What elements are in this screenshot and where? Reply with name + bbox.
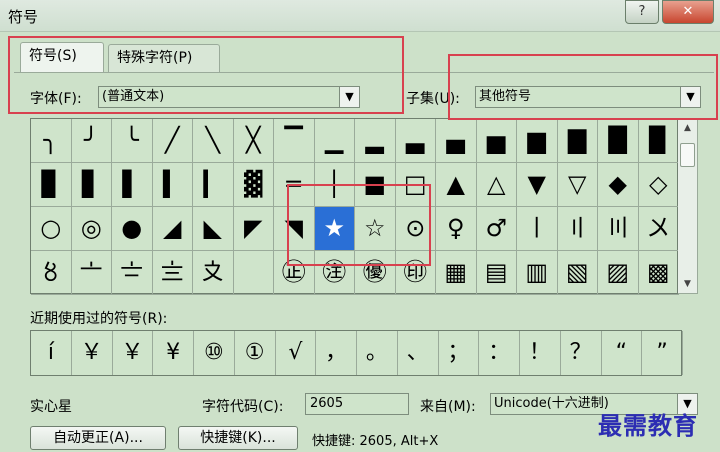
symbol-cell[interactable]: 〧: [112, 251, 153, 295]
watermark-logo: 最需教育: [598, 411, 698, 440]
char-code-input[interactable]: 2605: [305, 393, 409, 415]
symbol-cell[interactable]: ♀: [436, 207, 477, 251]
close-button[interactable]: ✕: [662, 0, 714, 24]
highlight-subset-area: [448, 54, 718, 120]
symbol-cell[interactable]: ▼: [517, 163, 558, 207]
highlight-selected-symbol: [287, 184, 431, 266]
recent-symbol-cell[interactable]: ”: [642, 331, 683, 375]
symbol-cell[interactable]: ◤: [233, 207, 274, 251]
title-bar: 符号 ? ✕: [0, 0, 720, 32]
symbol-cell[interactable]: 〢: [557, 207, 598, 251]
symbol-cell[interactable]: ▍: [152, 163, 193, 207]
symbol-cell[interactable]: ▎: [193, 163, 234, 207]
symbol-cell[interactable]: ╮: [31, 119, 72, 163]
symbol-cell[interactable]: ╱: [152, 119, 193, 163]
scroll-up-icon[interactable]: ▲: [678, 119, 697, 137]
symbol-cell[interactable]: ╯: [71, 119, 112, 163]
recent-symbol-cell[interactable]: ￥: [113, 331, 154, 375]
symbol-cell[interactable]: ▃: [395, 119, 436, 163]
symbol-cell[interactable]: ▤: [476, 251, 517, 295]
symbol-cell[interactable]: █: [598, 119, 639, 163]
recent-symbol-cell[interactable]: ！: [520, 331, 561, 375]
symbol-row: ╮ ╯ ╰ ╱ ╲ ╳ ▔ ▁ ▂ ▃ ▄ ▅ ▆ ▇ █ ▉: [31, 119, 679, 163]
symbol-cell[interactable]: ◣: [193, 207, 234, 251]
shortcut-key-button[interactable]: 快捷键(K)...: [178, 426, 298, 450]
recent-symbol-cell[interactable]: “: [602, 331, 643, 375]
recent-symbol-cell[interactable]: ：: [479, 331, 520, 375]
symbol-cell[interactable]: ▩: [638, 251, 679, 295]
recent-symbol-cell[interactable]: ？: [561, 331, 602, 375]
from-value: Unicode(十六进制): [494, 396, 609, 411]
symbol-cell[interactable]: ╳: [233, 119, 274, 163]
symbol-cell[interactable]: ╲: [193, 119, 234, 163]
symbol-cell[interactable]: 〥: [31, 251, 72, 295]
character-name: 实心星: [30, 399, 72, 415]
symbol-cell[interactable]: ▊: [31, 163, 72, 207]
symbol-cell[interactable]: ▄: [436, 119, 477, 163]
symbol-cell[interactable]: △: [476, 163, 517, 207]
recent-symbol-cell[interactable]: ；: [439, 331, 480, 375]
help-button[interactable]: ?: [625, 0, 659, 24]
shortcut-text: 快捷键: 2605, Alt+X: [312, 434, 439, 449]
window-title: 符号: [8, 8, 39, 26]
symbol-cell[interactable]: ▅: [476, 119, 517, 163]
recent-symbol-cell[interactable]: ，: [316, 331, 357, 375]
recent-symbol-cell[interactable]: 、: [398, 331, 439, 375]
symbol-cell[interactable]: ◆: [598, 163, 639, 207]
recent-symbol-cell[interactable]: í: [31, 331, 72, 375]
symbol-cell[interactable]: ◎: [71, 207, 112, 251]
symbol-cell[interactable]: ╰: [112, 119, 153, 163]
symbol-cell[interactable]: 〤: [638, 207, 679, 251]
symbol-cell[interactable]: 〩: [193, 251, 234, 295]
symbol-cell[interactable]: ◢: [152, 207, 193, 251]
symbol-cell[interactable]: ▔: [274, 119, 315, 163]
symbol-cell[interactable]: ▲: [436, 163, 477, 207]
scroll-down-icon[interactable]: ▼: [678, 275, 697, 293]
recent-label: 近期使用过的符号(R):: [30, 311, 168, 327]
symbol-cell[interactable]: ▓: [233, 163, 274, 207]
recent-symbols: í ￥ ￥ ¥ ⑩ ① √，。、；：！？ “”: [30, 330, 683, 376]
from-label: 来自(M):: [420, 399, 476, 415]
recent-symbol-cell[interactable]: ¥: [153, 331, 194, 375]
symbol-cell[interactable]: ▽: [557, 163, 598, 207]
symbol-cell[interactable]: ▌: [112, 163, 153, 207]
symbol-cell[interactable]: ▧: [557, 251, 598, 295]
char-code-label: 字符代码(C):: [202, 399, 284, 415]
highlight-font-area: [8, 36, 404, 114]
autocorrect-button[interactable]: 自动更正(A)...: [30, 426, 166, 450]
symbol-cell[interactable]: ▥: [517, 251, 558, 295]
symbol-cell[interactable]: ▇: [557, 119, 598, 163]
symbol-cell[interactable]: ▆: [517, 119, 558, 163]
symbol-cell[interactable]: ●: [112, 207, 153, 251]
recent-symbol-cell[interactable]: ①: [235, 331, 276, 375]
symbol-cell[interactable]: ▂: [355, 119, 396, 163]
symbol-cell[interactable]: ▨: [598, 251, 639, 295]
symbol-cell[interactable]: ▉: [638, 119, 679, 163]
grid-scrollbar[interactable]: ▲ ▼: [678, 118, 698, 294]
symbol-cell[interactable]: 〣: [598, 207, 639, 251]
recent-symbol-cell[interactable]: 。: [357, 331, 398, 375]
symbol-cell[interactable]: ○: [31, 207, 72, 251]
recent-symbol-cell[interactable]: √: [276, 331, 317, 375]
symbol-cell[interactable]: ▁: [314, 119, 355, 163]
symbol-cell[interactable]: 〨: [152, 251, 193, 295]
recent-symbol-cell[interactable]: ￥: [72, 331, 113, 375]
symbol-cell[interactable]: ◇: [638, 163, 679, 207]
symbol-cell[interactable]: ▋: [71, 163, 112, 207]
symbol-cell[interactable]: ▦: [436, 251, 477, 295]
symbol-cell[interactable]: ♂: [476, 207, 517, 251]
symbol-cell[interactable]: 〪: [233, 251, 274, 295]
recent-symbol-cell[interactable]: ⑩: [194, 331, 235, 375]
symbol-cell[interactable]: 〦: [71, 251, 112, 295]
symbol-cell[interactable]: 〡: [517, 207, 558, 251]
scroll-thumb[interactable]: [680, 143, 695, 167]
